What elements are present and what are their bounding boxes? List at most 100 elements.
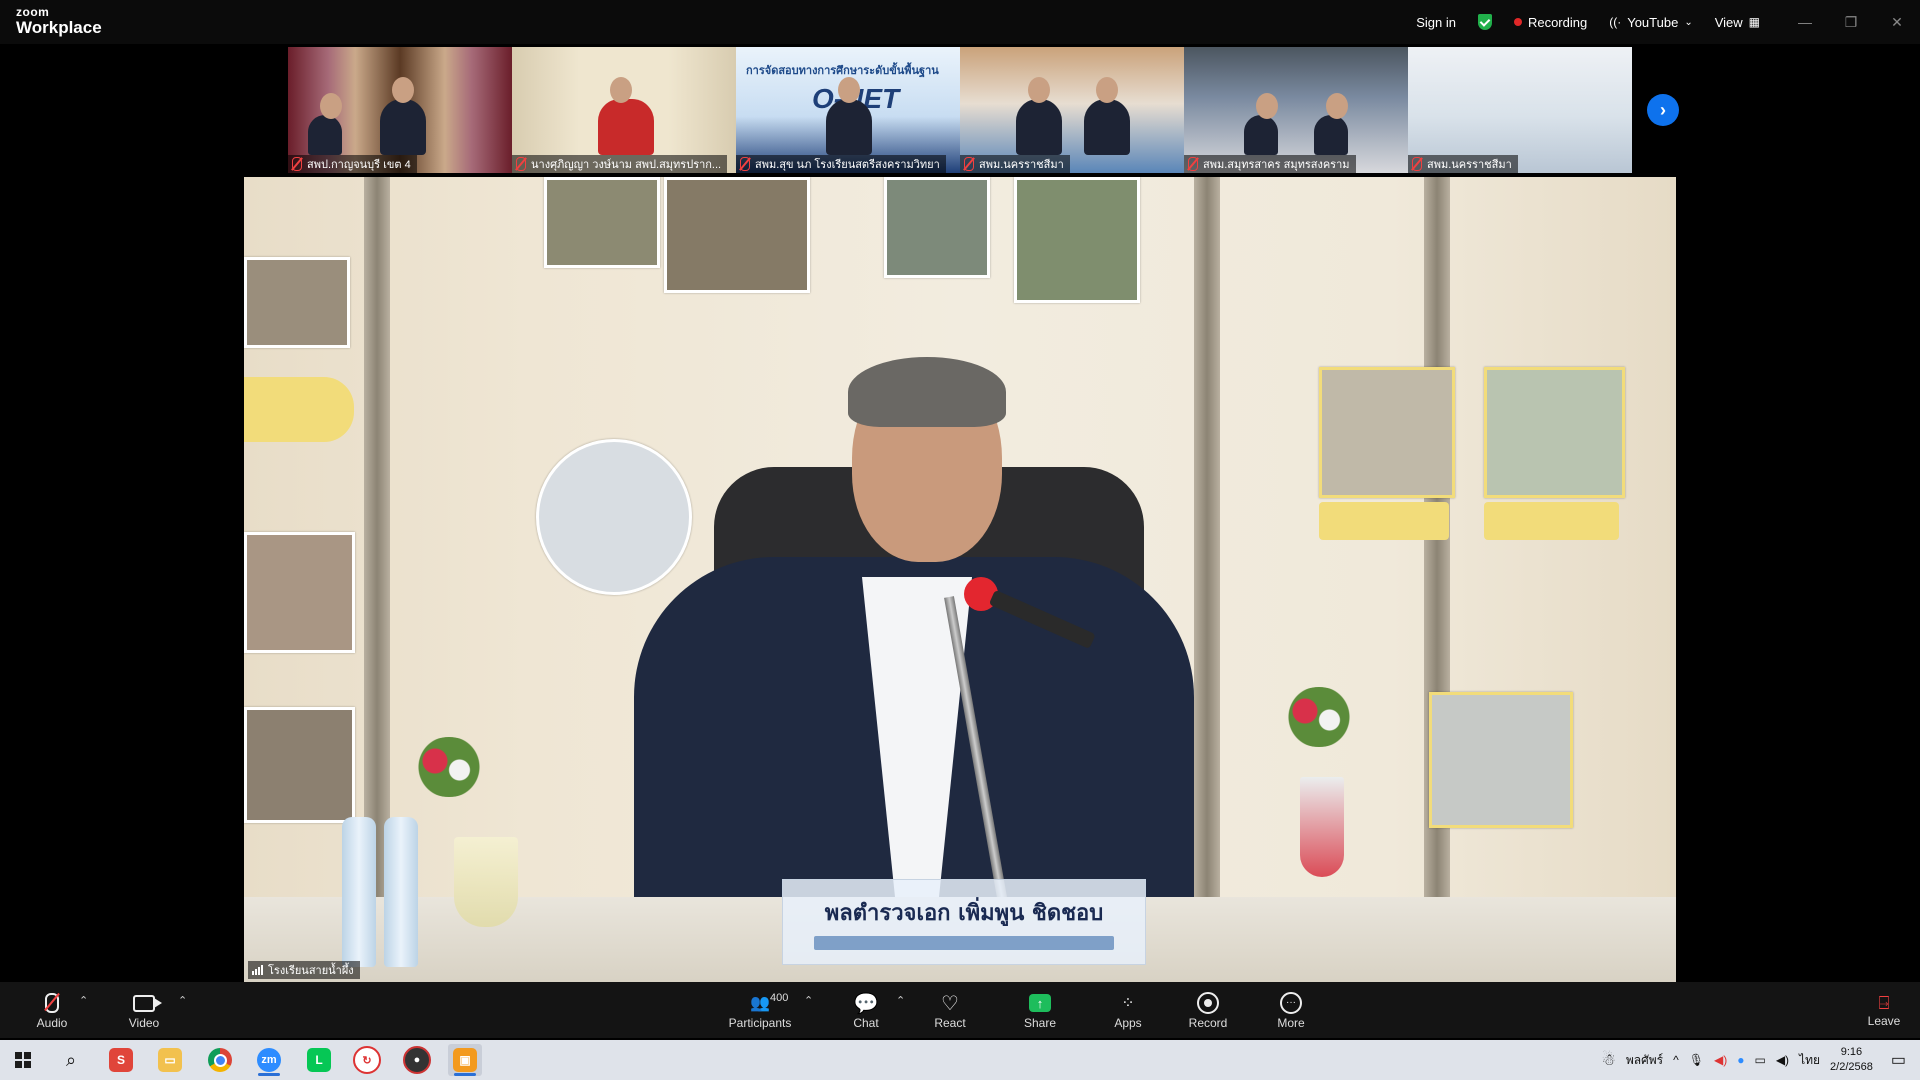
slide-title: การจัดสอบทางการศึกษาระดับขั้นพื้นฐาน <box>746 65 939 77</box>
video-button[interactable]: Video <box>108 984 180 1036</box>
signal-bars-icon <box>252 965 263 975</box>
start-button[interactable] <box>6 1044 40 1076</box>
participant-tile[interactable]: สพม.นครราชสีมา <box>960 47 1184 173</box>
mic-muted-icon <box>45 993 59 1013</box>
s-app-icon: S <box>109 1048 133 1072</box>
refresh-app-icon: ↻ <box>353 1046 381 1074</box>
taskbar-app[interactable] <box>203 1044 237 1076</box>
speaker-name: โรงเรียนสายน้ำผึ้ง <box>268 965 354 977</box>
apps-label: Apps <box>1114 1016 1142 1030</box>
participant-video <box>380 77 426 155</box>
audio-label: Audio <box>36 1016 68 1030</box>
wall-label <box>244 377 354 442</box>
video-options-chevron-icon[interactable]: ⌃ <box>178 994 187 1007</box>
ime-label[interactable]: ไทย <box>1799 1051 1820 1070</box>
participant-tile[interactable]: สพป.กาญจนบุรี เขต 4 <box>288 47 512 173</box>
participants-count: 400 <box>770 992 789 1004</box>
leave-label: Leave <box>1867 1013 1901 1028</box>
speaker-hair <box>848 357 1006 427</box>
leave-button[interactable]: ⍈ Leave <box>1852 984 1916 1036</box>
maximize-button[interactable]: ❐ <box>1828 0 1874 44</box>
taskbar-app[interactable]: ▣ <box>448 1044 482 1076</box>
notification-icon[interactable]: ▭ <box>1891 1050 1906 1070</box>
taskbar-app[interactable]: ● <box>400 1044 434 1076</box>
participant-video <box>1244 93 1278 155</box>
meeting-control-bar: Audio ⌃ Video ⌃ 👥 400 Participants ⌃ 💬 C… <box>0 982 1920 1038</box>
nameplate-text: พลตำรวจเอก เพิ่มพูน ชิดชอบ <box>824 900 1104 926</box>
grid-view-icon: ▦ <box>1748 15 1760 29</box>
search-button[interactable]: ⌕ <box>54 1044 88 1076</box>
participant-name-tag: สพม.นครราชสีมา <box>960 155 1070 173</box>
zoom-tray-icon[interactable]: ● <box>1737 1053 1744 1067</box>
audio-options-chevron-icon[interactable]: ⌃ <box>79 994 88 1007</box>
wall-photo <box>1429 692 1573 828</box>
live-stream-menu[interactable]: ((· YouTube ⌄ <box>1609 15 1692 30</box>
participant-video <box>308 93 342 155</box>
taskbar-app[interactable]: zm <box>252 1044 286 1076</box>
chat-options-chevron-icon[interactable]: ⌃ <box>896 994 905 1007</box>
chevron-up-icon[interactable]: ^ <box>1673 1053 1679 1067</box>
chat-label: Chat <box>853 1016 879 1030</box>
recording-indicator[interactable]: Recording <box>1513 15 1587 30</box>
more-dots-icon: ··· <box>1280 992 1302 1014</box>
apps-button[interactable]: ⁘ Apps <box>1092 984 1164 1036</box>
taskbar-app[interactable]: S <box>104 1044 138 1076</box>
language-label[interactable]: พลศัพร์ <box>1626 1051 1663 1070</box>
participants-button[interactable]: 👥 400 Participants <box>720 984 800 1036</box>
taskbar-app[interactable]: L <box>302 1044 336 1076</box>
react-button[interactable]: ♡ React <box>914 984 986 1036</box>
view-menu[interactable]: View ▦ <box>1715 15 1760 30</box>
zoom-workplace-logo: zoom Workplace <box>16 6 102 36</box>
water-bottle <box>384 817 418 967</box>
clock[interactable]: 9:16 2/2/2568 <box>1830 1045 1873 1075</box>
flower-vase <box>1284 687 1354 747</box>
security-shield-icon[interactable] <box>1477 14 1492 30</box>
speaker-name-tag: โรงเรียนสายน้ำผึ้ง <box>248 961 360 979</box>
drink-glass <box>454 837 518 927</box>
react-label: React <box>934 1016 966 1030</box>
live-stream-icon: ((· <box>1609 15 1622 29</box>
mic-muted-icon <box>1412 157 1422 171</box>
more-button[interactable]: ··· More <box>1255 984 1327 1036</box>
microphone-tray-icon[interactable]: 🎙 <box>1689 1053 1704 1067</box>
network-icon[interactable]: ▭ <box>1754 1053 1765 1067</box>
search-icon: ⌕ <box>65 1049 77 1070</box>
share-button[interactable]: ↑ Share <box>1004 984 1076 1036</box>
gallery-strip: สพป.กาญจนบุรี เขต 4 นางศุภิญญา วงษ์นาม ส… <box>288 47 1633 173</box>
volume-red-icon[interactable]: ◀) <box>1714 1053 1727 1067</box>
active-speaker-video[interactable]: พลตำรวจเอก เพิ่มพูน ชิดชอบ โรงเรียนสายน้… <box>244 177 1676 982</box>
mic-muted-icon <box>1188 157 1198 171</box>
keyboard-user-icon[interactable]: ☃ <box>1602 1050 1616 1070</box>
participant-video <box>826 77 872 155</box>
taskbar-app[interactable]: ▭ <box>153 1044 187 1076</box>
speaker-icon[interactable]: ◀) <box>1776 1053 1789 1067</box>
mic-muted-icon <box>516 157 526 171</box>
water-bottle <box>342 817 376 967</box>
record-button[interactable]: Record <box>1172 984 1244 1036</box>
participant-tile[interactable]: สพม.นครราชสีมา <box>1408 47 1632 173</box>
live-stream-label: YouTube <box>1627 14 1679 30</box>
title-bar: zoom Workplace Sign in Recording ((· You… <box>0 0 1920 44</box>
drink-glass <box>1300 777 1344 877</box>
participant-name-tag: สพม.สมุทรสาคร สมุทรสงคราม <box>1184 155 1356 173</box>
minimize-button[interactable]: — <box>1782 0 1828 44</box>
taskbar-app[interactable]: ↻ <box>350 1044 384 1076</box>
participants-options-chevron-icon[interactable]: ⌃ <box>804 994 813 1007</box>
mic-muted-icon <box>292 157 302 171</box>
participant-name-tag: สพม.สุข นภ โรงเรียนสตรีสงครามวิทยา <box>736 155 946 173</box>
wall-photo <box>884 177 990 278</box>
close-button[interactable]: ✕ <box>1874 0 1920 44</box>
speaker-nameplate: พลตำรวจเอก เพิ่มพูน ชิดชอบ <box>782 879 1146 965</box>
participant-tile[interactable]: นางศุภิญญา วงษ์นาม สพป.สมุทรปราก... <box>512 47 736 173</box>
audio-button[interactable]: Audio <box>16 984 88 1036</box>
camera-icon <box>133 994 162 1012</box>
participant-tile[interactable]: สพม.สมุทรสาคร สมุทรสงคราม <box>1184 47 1408 173</box>
chat-button[interactable]: 💬 Chat <box>830 984 902 1036</box>
recording-dot-icon <box>1513 18 1522 26</box>
share-arrow-icon: ↑ <box>1029 994 1051 1012</box>
wall-photo <box>536 439 692 595</box>
gallery-next-arrow-icon[interactable]: › <box>1647 94 1679 126</box>
chevron-down-icon: ⌄ <box>1684 16 1693 28</box>
participant-tile[interactable]: การจัดสอบทางการศึกษาระดับขั้นพื้นฐาน O-N… <box>736 47 960 173</box>
sign-in-link[interactable]: Sign in <box>1416 15 1456 30</box>
